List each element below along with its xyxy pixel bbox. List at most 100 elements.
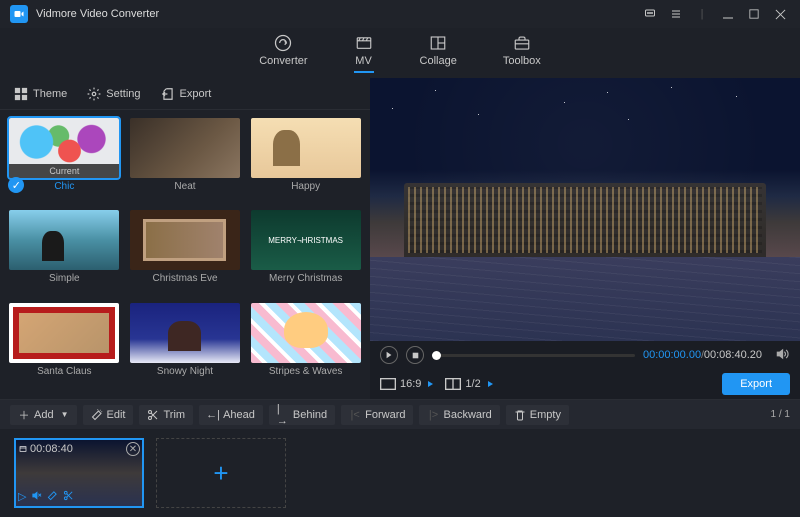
nav-mv-label: MV [355,55,372,67]
clip-trim-icon[interactable] [63,490,74,504]
stop-button[interactable] [406,346,424,364]
theme-name: Christmas Eve [152,273,217,284]
clip-duration: 00:08:40 [18,443,73,455]
left-panel: Theme Setting Export Current ✓ Chic [0,78,370,399]
main: Theme Setting Export Current ✓ Chic [0,78,800,399]
add-button[interactable]: ＋Add▼ [10,405,77,425]
edit-button[interactable]: Edit [83,405,134,425]
preview-options: 16:9 1/2 Export [370,369,800,399]
volume-icon[interactable] [774,347,790,364]
time-total: 00:08:40.20 [704,349,762,361]
plus-icon: + [213,458,228,489]
feedback-icon[interactable] [640,4,660,24]
subtabs: Theme Setting Export [0,78,370,110]
subtab-theme[interactable]: Theme [10,81,71,107]
subtab-setting-label: Setting [106,88,140,100]
theme-stripes-waves[interactable]: Stripes & Waves [247,303,364,391]
theme-chic[interactable]: Current ✓ Chic [6,118,123,206]
theme-santa-claus[interactable]: Santa Claus [6,303,123,391]
clip-item[interactable]: 00:08:40 ✕ ▷ [14,438,144,508]
minimize-button[interactable] [718,4,738,24]
theme-name: Merry Christmas [269,273,342,284]
gear-icon [87,87,101,101]
forward-icon: |< [349,409,361,421]
split-icon [445,378,461,390]
aspect-icon [380,378,396,390]
theme-name: Chic [9,181,119,192]
nav-toolbox[interactable]: Toolbox [503,34,541,73]
nav-toolbox-label: Toolbox [503,55,541,67]
subtab-setting[interactable]: Setting [83,81,144,107]
clip-edit-icon[interactable] [47,490,58,504]
forward-button[interactable]: |<Forward [341,405,413,425]
wand-icon [91,409,103,421]
theme-name: Santa Claus [37,366,91,377]
empty-button[interactable]: Empty [506,405,569,425]
mv-icon [354,34,374,52]
chevron-down-icon [488,381,493,387]
nav-mv[interactable]: MV [354,34,374,73]
chevron-down-icon: ▼ [61,410,69,419]
progress-bar[interactable] [432,354,635,357]
add-clip-button[interactable]: + [156,438,286,508]
theme-snowy-night[interactable]: Snowy Night [127,303,244,391]
collage-icon [428,34,448,52]
close-button[interactable] [770,4,790,24]
subtab-export[interactable]: Export [157,81,216,107]
split-selector[interactable]: 1/2 [445,378,492,390]
export-icon [161,87,175,101]
clip-mute-icon[interactable] [31,490,42,504]
aspect-value: 16:9 [400,378,421,390]
play-button[interactable] [380,346,398,364]
scissors-icon [147,409,159,421]
theme-simple[interactable]: Simple [6,210,123,298]
theme-happy[interactable]: Happy [247,118,364,206]
export-button[interactable]: Export [722,373,790,395]
nav-converter[interactable]: Converter [259,34,307,73]
video-preview[interactable] [370,78,800,341]
theme-name: Happy [291,181,320,192]
theme-name: Stripes & Waves [269,366,343,377]
aspect-ratio-selector[interactable]: 16:9 [380,378,433,390]
time-current: 00:00:00.00 [643,349,701,361]
theme-icon [14,87,28,101]
theme-thumbnail [9,210,119,270]
chevron-down-icon [428,381,433,387]
nav-collage-label: Collage [420,55,457,67]
divider: | [692,4,712,24]
current-badge: Current [9,164,119,178]
titlebar: Vidmore Video Converter | [0,0,800,28]
theme-merry-christmas[interactable]: Merry Christmas [247,210,364,298]
theme-thumbnail [251,210,361,270]
themes-grid: Current ✓ Chic Neat Happy [0,110,370,399]
backward-button[interactable]: |>Backward [419,405,499,425]
maximize-button[interactable] [744,4,764,24]
clip-remove-button[interactable]: ✕ [126,442,140,456]
app-title: Vidmore Video Converter [36,8,634,20]
behind-button[interactable]: |→Behind [269,405,335,425]
converter-icon [273,34,293,52]
timeline: 00:08:40 ✕ ▷ + [0,429,800,517]
ahead-icon: ←| [207,409,219,421]
theme-christmas-eve[interactable]: Christmas Eve [127,210,244,298]
behind-icon: |→ [277,409,289,421]
top-nav: Converter MV Collage Toolbox [0,28,800,78]
subtab-export-label: Export [180,88,212,100]
trim-button[interactable]: Trim [139,405,193,425]
toolbox-icon [512,34,532,52]
progress-thumb[interactable] [432,351,441,360]
theme-thumbnail [130,118,240,178]
theme-thumbnail [9,303,119,363]
split-value: 1/2 [465,378,480,390]
theme-name: Snowy Night [157,366,213,377]
app-logo [10,5,28,23]
clip-play-icon[interactable]: ▷ [18,490,26,504]
nav-collage[interactable]: Collage [420,34,457,73]
theme-thumbnail [251,303,361,363]
theme-thumbnail: Current [9,118,119,178]
theme-neat[interactable]: Neat [127,118,244,206]
theme-thumbnail [130,303,240,363]
time-display: 00:00:00.00/00:08:40.20 [643,349,762,361]
ahead-button[interactable]: ←|Ahead [199,405,263,425]
menu-icon[interactable] [666,4,686,24]
